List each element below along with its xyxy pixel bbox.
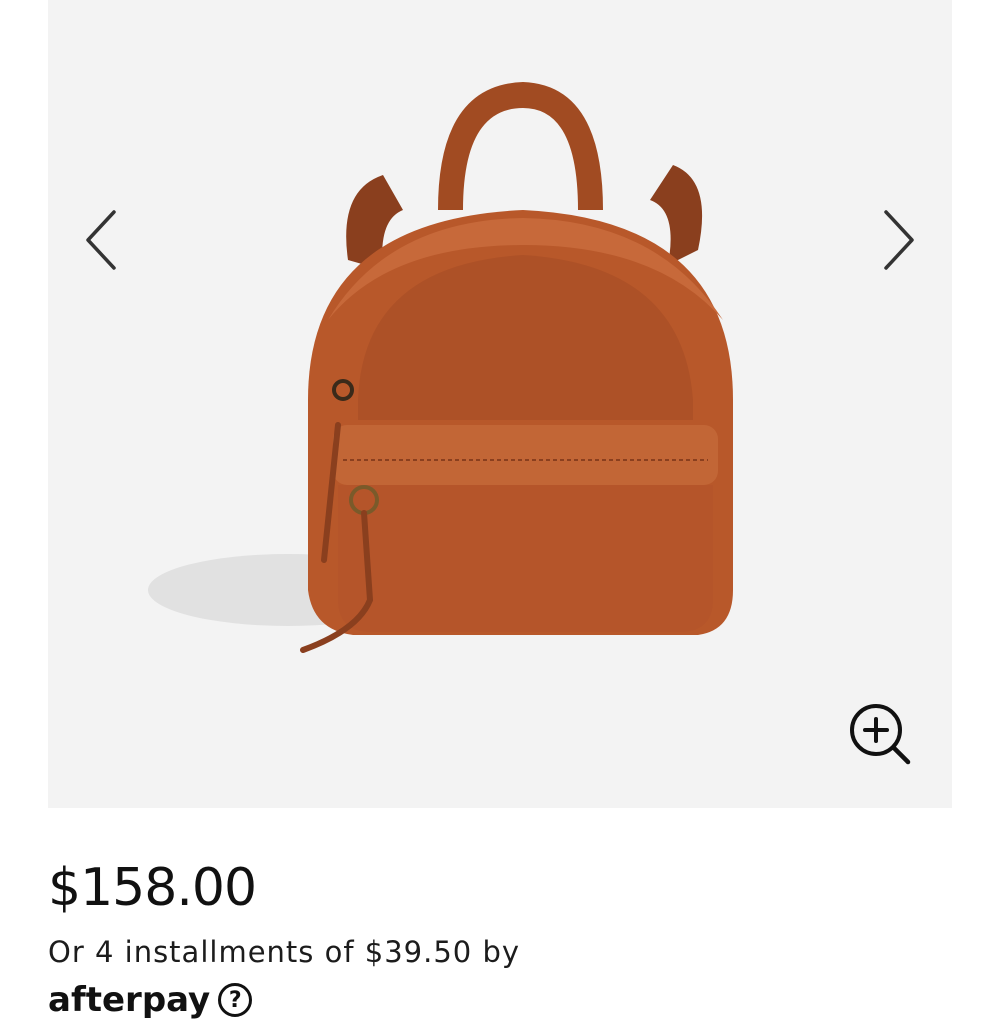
product-price: $158.00 [48,858,257,918]
product-image-gallery [48,0,952,808]
previous-image-button[interactable] [72,200,132,280]
zoom-in-icon [850,704,911,765]
product-image [148,82,733,653]
afterpay-logo: afterpay [48,980,211,1020]
next-image-button[interactable] [868,200,928,280]
zoom-button[interactable] [846,700,916,770]
chevron-right-icon [884,210,914,270]
afterpay-row: afterpay ? [48,980,253,1020]
installments-text: Or 4 installments of $39.50 by [48,935,521,969]
chevron-left-icon [86,210,116,270]
afterpay-info-icon[interactable]: ? [218,983,253,1017]
